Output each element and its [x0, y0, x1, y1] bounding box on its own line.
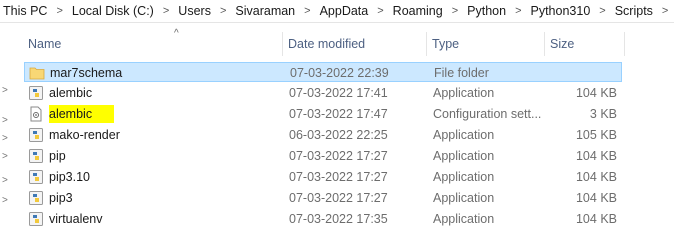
file-row[interactable]: alembic 07-03-2022 17:47 Configuration s… [24, 104, 622, 124]
file-name: mako-render [49, 128, 120, 142]
column-divider[interactable] [624, 32, 625, 56]
file-date: 07-03-2022 17:41 [289, 86, 388, 100]
file-type: Application [433, 212, 495, 226]
file-type: Application [433, 191, 495, 205]
expand-chevron-icon[interactable]: > [2, 115, 8, 126]
column-divider[interactable] [426, 32, 427, 56]
breadcrumb-scripts[interactable]: Scripts [612, 4, 656, 18]
file-row[interactable]: pip 07-03-2022 17:27 Application 104 KB [24, 146, 622, 166]
python-app-icon [28, 85, 44, 101]
python-app-icon [28, 190, 44, 206]
breadcrumb-appdata[interactable]: AppData [317, 4, 372, 18]
chevron-right-icon[interactable]: > [50, 5, 68, 17]
yellow-highlight-mark: alembic [49, 105, 115, 123]
chevron-right-icon[interactable]: > [656, 5, 674, 17]
column-divider[interactable] [282, 32, 283, 56]
chevron-right-icon[interactable]: > [214, 5, 232, 17]
column-date-modified[interactable]: Date modified [284, 30, 426, 58]
file-date: 07-03-2022 17:27 [289, 170, 388, 184]
file-size: 104 KB [575, 86, 617, 100]
address-bar[interactable]: This PC > Local Disk (C:) > Users > Siva… [0, 0, 674, 23]
column-divider[interactable] [544, 32, 545, 56]
file-type: Application [433, 149, 495, 163]
chevron-right-icon[interactable]: > [157, 5, 175, 17]
expand-chevron-icon[interactable]: > [2, 133, 8, 144]
python-app-icon [28, 211, 44, 227]
file-type: Application [433, 86, 495, 100]
python-app-icon [28, 148, 44, 164]
file-date: 07-03-2022 22:39 [290, 66, 389, 80]
file-row[interactable]: virtualenv 07-03-2022 17:35 Application … [24, 209, 622, 229]
breadcrumb-users[interactable]: Users [175, 4, 214, 18]
file-date: 07-03-2022 17:27 [289, 149, 388, 163]
file-size: 104 KB [575, 170, 617, 184]
file-name: alembic [49, 104, 279, 124]
column-name[interactable]: Name [24, 30, 284, 58]
column-header: ^ Name Date modified Type Size [24, 28, 674, 58]
file-name: pip3 [49, 191, 73, 205]
file-date: 07-03-2022 17:27 [289, 191, 388, 205]
file-name: pip3.10 [49, 170, 91, 184]
file-row[interactable]: mar7schema 07-03-2022 22:39 File folder [24, 62, 622, 82]
breadcrumb-python310[interactable]: Python310 [528, 4, 594, 18]
expand-chevron-icon[interactable]: > [2, 85, 8, 96]
file-row[interactable]: alembic 07-03-2022 17:41 Application 104… [24, 83, 622, 103]
chevron-right-icon[interactable]: > [593, 5, 611, 17]
chevron-right-icon[interactable]: > [509, 5, 527, 17]
file-date: 06-03-2022 22:25 [289, 128, 388, 142]
file-type: Configuration sett... [433, 107, 542, 121]
breadcrumb-local-disk[interactable]: Local Disk (C:) [69, 4, 157, 18]
file-size: 104 KB [575, 212, 617, 226]
expand-chevron-icon[interactable]: > [2, 151, 8, 162]
navigation-pane: > > > > > > [0, 23, 16, 242]
file-name: mar7schema [50, 66, 123, 80]
column-type[interactable]: Type [428, 30, 546, 58]
chevron-right-icon[interactable]: > [298, 5, 316, 17]
file-size: 3 KB [589, 107, 617, 121]
breadcrumb-python[interactable]: Python [464, 4, 509, 18]
file-name: pip [49, 149, 66, 163]
file-row[interactable]: mako-render 06-03-2022 22:25 Application… [24, 125, 622, 145]
file-name: virtualenv [49, 212, 103, 226]
file-name: alembic [49, 86, 93, 100]
file-size: 105 KB [575, 128, 617, 142]
file-size [552, 63, 618, 83]
folder-icon [29, 65, 45, 81]
file-row[interactable]: pip3 07-03-2022 17:27 Application 104 KB [24, 188, 622, 208]
file-type: File folder [434, 66, 489, 80]
python-app-icon [28, 127, 44, 143]
file-type: Application [433, 170, 495, 184]
file-size: 104 KB [575, 149, 617, 163]
chevron-right-icon[interactable]: > [371, 5, 389, 17]
breadcrumb-roaming[interactable]: Roaming [390, 4, 446, 18]
column-size[interactable]: Size [546, 30, 624, 58]
breadcrumb-user[interactable]: Sivaraman [232, 4, 298, 18]
expand-chevron-icon[interactable]: > [2, 175, 8, 186]
chevron-right-icon[interactable]: > [446, 5, 464, 17]
python-app-icon [28, 169, 44, 185]
file-size: 104 KB [575, 191, 617, 205]
breadcrumb-this-pc[interactable]: This PC [0, 4, 50, 18]
file-type: Application [433, 128, 495, 142]
expand-chevron-icon[interactable]: > [2, 195, 8, 206]
file-date: 07-03-2022 17:35 [289, 212, 388, 226]
config-file-icon [28, 106, 44, 122]
file-date: 07-03-2022 17:47 [289, 107, 388, 121]
file-row[interactable]: pip3.10 07-03-2022 17:27 Application 104… [24, 167, 622, 187]
